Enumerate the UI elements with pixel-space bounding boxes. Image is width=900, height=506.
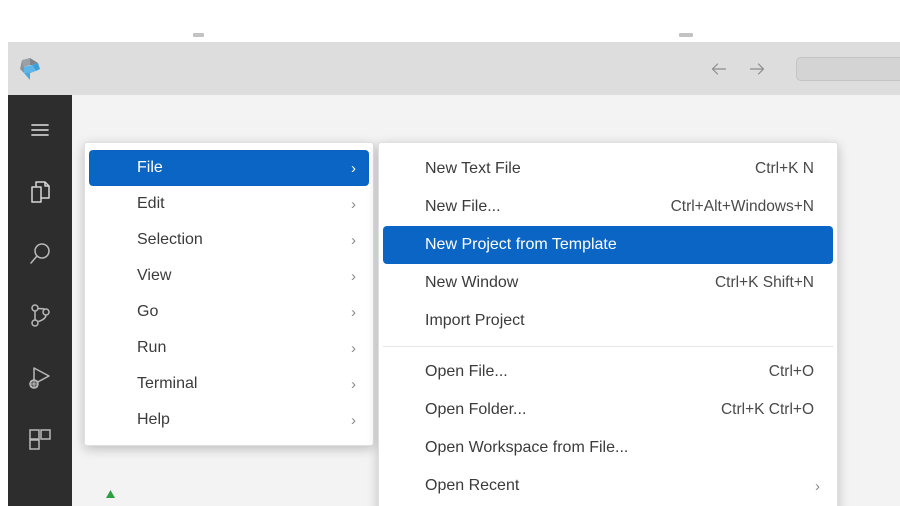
menu-item-label: Edit bbox=[137, 195, 165, 212]
run-and-debug-icon[interactable] bbox=[8, 347, 72, 409]
title-bar-navigation bbox=[708, 42, 768, 95]
chevron-right-icon: › bbox=[351, 159, 356, 177]
menu-item-label: Open Recent bbox=[425, 477, 520, 494]
menu-item-shortcut: Ctrl+K Ctrl+O bbox=[720, 401, 814, 418]
menu-item-shortcut: Ctrl+K N bbox=[755, 160, 814, 177]
menu-item-file[interactable]: File › bbox=[89, 150, 369, 186]
menu-item-label: Terminal bbox=[137, 375, 198, 392]
chevron-right-icon: › bbox=[351, 339, 356, 357]
menu-item-label: New Project from Template bbox=[425, 236, 617, 253]
menu-item-label: View bbox=[137, 267, 172, 284]
menu-item-import-project[interactable]: Import Project bbox=[383, 302, 833, 340]
window-chrome-strip bbox=[0, 0, 900, 42]
chrome-tick-left-icon bbox=[193, 33, 204, 37]
chevron-right-icon: › bbox=[351, 375, 356, 393]
vscode-window: File › Edit › Selection › View › Go › Ru… bbox=[8, 42, 900, 506]
menu-item-open-workspace-from-file[interactable]: Open Workspace from File... bbox=[383, 429, 833, 467]
menu-item-view[interactable]: View › bbox=[89, 258, 369, 294]
menu-item-open-file[interactable]: Open File... Ctrl+O bbox=[383, 353, 833, 391]
chevron-right-icon: › bbox=[351, 267, 356, 285]
back-arrow-icon[interactable] bbox=[708, 58, 730, 80]
main-menu-dropdown: File › Edit › Selection › View › Go › Ru… bbox=[84, 142, 374, 446]
menu-item-new-window[interactable]: New Window Ctrl+K Shift+N bbox=[383, 264, 833, 302]
menu-item-open-recent[interactable]: Open Recent › bbox=[383, 467, 833, 505]
menu-item-label: New Text File bbox=[425, 160, 521, 177]
menu-item-label: New Window bbox=[425, 274, 519, 291]
menu-item-new-text-file[interactable]: New Text File Ctrl+K N bbox=[383, 150, 833, 188]
menu-item-new-file[interactable]: New File... Ctrl+Alt+Windows+N bbox=[383, 188, 833, 226]
menu-item-shortcut: Ctrl+O bbox=[768, 363, 814, 380]
menu-separator bbox=[383, 346, 833, 347]
menu-item-shortcut: Ctrl+K Shift+N bbox=[714, 274, 814, 291]
chevron-right-icon: › bbox=[815, 477, 820, 495]
menu-item-label: Help bbox=[137, 411, 170, 428]
search-magnifier-icon[interactable] bbox=[8, 223, 72, 285]
menu-item-label: Go bbox=[137, 303, 159, 320]
source-control-branch-icon[interactable] bbox=[8, 285, 72, 347]
extensions-blocks-icon[interactable] bbox=[8, 409, 72, 471]
menu-item-go[interactable]: Go › bbox=[89, 294, 369, 330]
chevron-right-icon: › bbox=[351, 195, 356, 213]
menu-item-label: File bbox=[137, 159, 163, 176]
explorer-files-icon[interactable] bbox=[8, 161, 72, 223]
chevron-right-icon: › bbox=[351, 303, 356, 321]
menu-item-label: Import Project bbox=[425, 312, 525, 329]
chevron-right-icon: › bbox=[351, 411, 356, 429]
menu-item-run[interactable]: Run › bbox=[89, 330, 369, 366]
menu-item-label: Selection bbox=[137, 231, 203, 248]
menu-item-edit[interactable]: Edit › bbox=[89, 186, 369, 222]
chevron-right-icon: › bbox=[351, 231, 356, 249]
menu-item-new-project-from-template[interactable]: New Project from Template bbox=[383, 226, 833, 264]
menu-item-shortcut: Ctrl+Alt+Windows+N bbox=[670, 198, 814, 215]
title-bar bbox=[8, 42, 900, 95]
menu-item-label: Open Workspace from File... bbox=[425, 439, 629, 456]
menu-item-label: Run bbox=[137, 339, 167, 356]
menu-item-help[interactable]: Help › bbox=[89, 402, 369, 438]
menu-item-label: New File... bbox=[425, 198, 501, 215]
forward-arrow-icon[interactable] bbox=[746, 58, 768, 80]
menu-item-selection[interactable]: Selection › bbox=[89, 222, 369, 258]
code-sync-logo-icon bbox=[16, 56, 44, 82]
hamburger-menu-icon[interactable] bbox=[8, 99, 72, 161]
menu-item-label: Open File... bbox=[425, 363, 508, 380]
menu-item-open-folder[interactable]: Open Folder... Ctrl+K Ctrl+O bbox=[383, 391, 833, 429]
menu-item-terminal[interactable]: Terminal › bbox=[89, 366, 369, 402]
chrome-tick-right-icon bbox=[679, 33, 693, 37]
tree-expand-marker-icon bbox=[106, 485, 115, 498]
menu-item-label: Open Folder... bbox=[425, 401, 527, 418]
activity-bar bbox=[8, 95, 72, 506]
command-center-search-input[interactable] bbox=[796, 57, 900, 81]
file-submenu-dropdown: New Text File Ctrl+K N New File... Ctrl+… bbox=[378, 142, 838, 506]
